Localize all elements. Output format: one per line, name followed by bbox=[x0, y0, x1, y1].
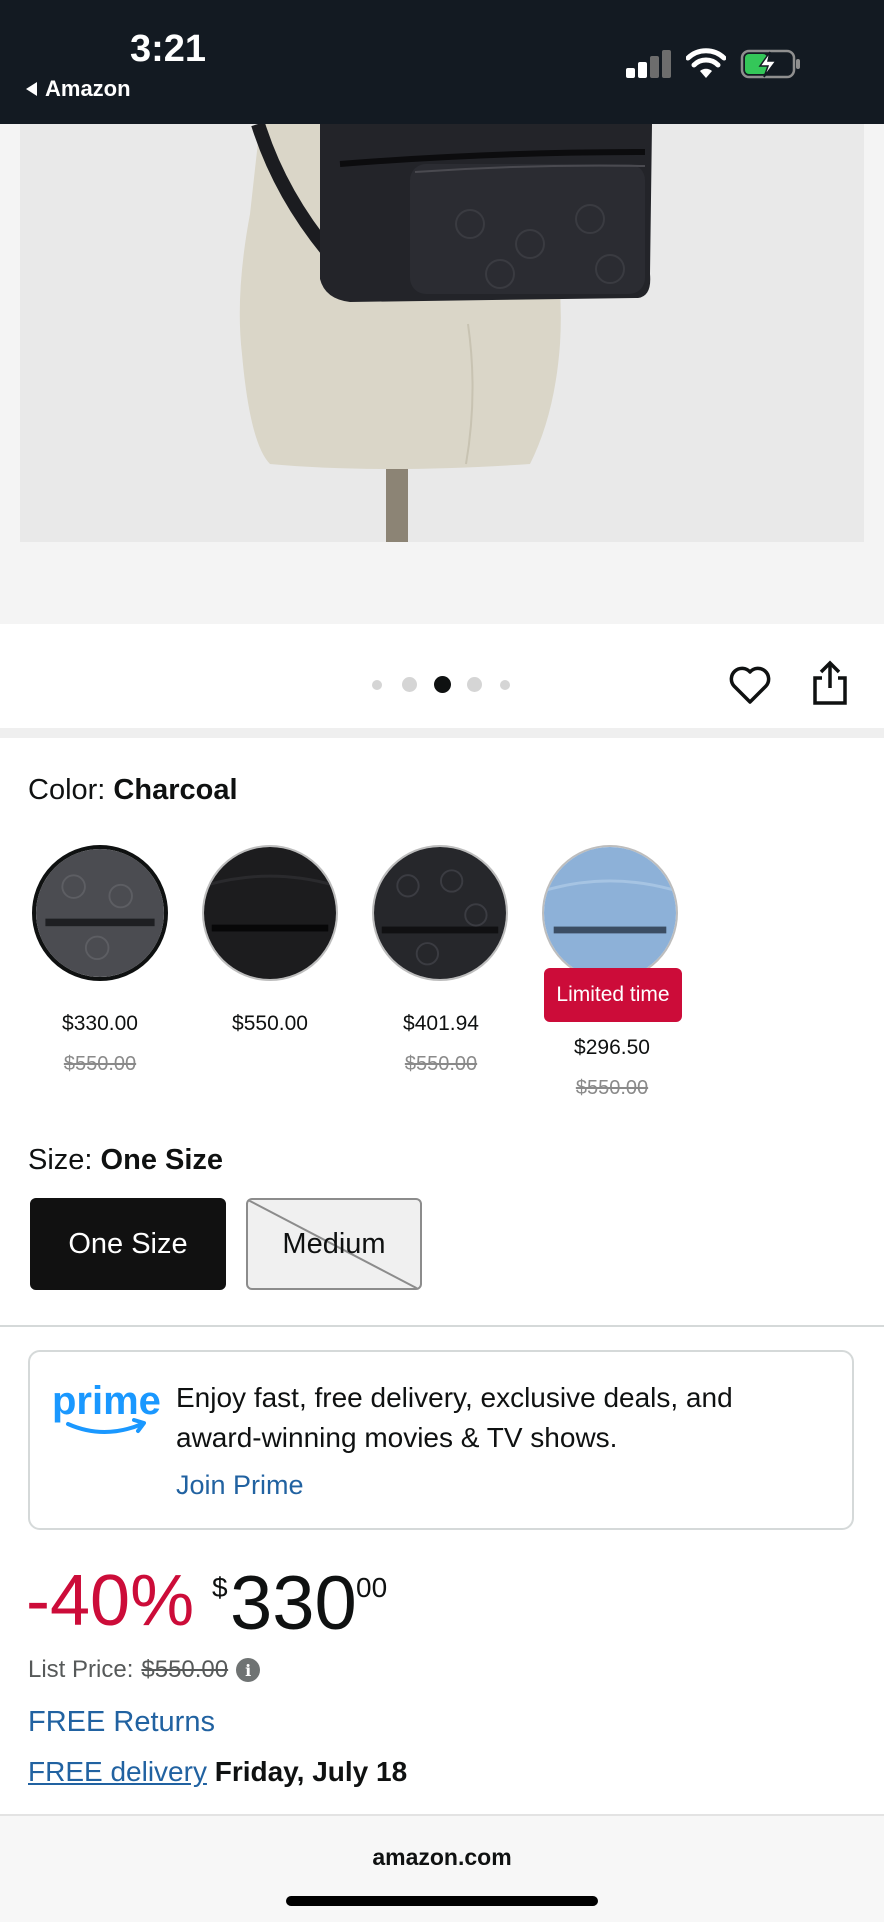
back-app-label: Amazon bbox=[45, 76, 131, 101]
prime-promo-card[interactable]: prime Enjoy fast, free delivery, exclusi… bbox=[28, 1350, 854, 1530]
delivery-date: Friday, July 18 bbox=[214, 1756, 408, 1787]
price-fraction: 00 bbox=[356, 1572, 388, 1603]
gallery-dot[interactable] bbox=[372, 680, 382, 690]
product-image-area[interactable] bbox=[0, 124, 884, 624]
section-divider bbox=[0, 728, 884, 738]
size-label: Size: One Size bbox=[28, 1144, 224, 1176]
swatch-list-price: $550.00 bbox=[575, 1077, 649, 1099]
swatch-price: $550.00 bbox=[232, 1012, 308, 1035]
swatch-list-price: $550.00 bbox=[404, 1053, 478, 1075]
back-arrow-icon bbox=[26, 82, 37, 96]
list-price-value: $550.00 bbox=[141, 1656, 229, 1683]
wifi-icon bbox=[686, 48, 726, 78]
prime-logo: prime bbox=[52, 1379, 160, 1434]
discount-percent: -40% bbox=[26, 1561, 195, 1641]
color-swatch-black[interactable] bbox=[202, 845, 338, 981]
product-image[interactable] bbox=[20, 124, 864, 542]
color-swatch-charcoal[interactable] bbox=[32, 845, 168, 981]
color-swatch-black-signature[interactable] bbox=[372, 845, 508, 981]
gallery-controls bbox=[0, 624, 884, 728]
prime-promo-text: Enjoy fast, free delivery, exclusive dea… bbox=[176, 1382, 733, 1453]
info-icon[interactable]: i bbox=[236, 1658, 261, 1682]
size-option-label: One Size bbox=[68, 1227, 188, 1260]
size-option-medium-unavailable[interactable]: Medium bbox=[246, 1198, 422, 1290]
gallery-dot-active[interactable] bbox=[434, 676, 451, 693]
swatch-price: $330.00 bbox=[62, 1012, 138, 1035]
section-divider bbox=[0, 1325, 884, 1327]
swatch-price: $296.50 bbox=[574, 1036, 650, 1059]
limited-time-badge: Limited time bbox=[544, 968, 682, 1022]
signal-icon bbox=[626, 50, 672, 78]
gallery-dot[interactable] bbox=[500, 680, 510, 690]
price-whole: 330 bbox=[230, 1561, 357, 1646]
backpack-on-mannequin-image bbox=[20, 124, 864, 542]
gallery-dot[interactable] bbox=[402, 677, 417, 692]
back-to-app-button[interactable]: Amazon bbox=[26, 76, 131, 102]
heart-icon[interactable] bbox=[728, 664, 772, 706]
selected-color-value: Charcoal bbox=[113, 774, 238, 806]
battery-charging-icon bbox=[740, 49, 800, 79]
swatch-price: $401.94 bbox=[403, 1012, 479, 1035]
list-price-row: List Price: $550.00 i bbox=[28, 1656, 261, 1684]
status-bar: 3:21 Amazon bbox=[0, 0, 884, 124]
home-indicator[interactable] bbox=[286, 1896, 598, 1906]
delivery-info: FREE delivery Friday, July 18 bbox=[28, 1756, 407, 1788]
share-icon[interactable] bbox=[812, 660, 848, 706]
url-domain[interactable]: amazon.com bbox=[0, 1844, 884, 1871]
list-price-label: List Price: bbox=[28, 1656, 134, 1683]
free-returns-link[interactable]: FREE Returns bbox=[28, 1706, 215, 1739]
size-option-one-size[interactable]: One Size bbox=[30, 1198, 226, 1290]
svg-text:prime: prime bbox=[52, 1379, 160, 1423]
status-time: 3:21 bbox=[130, 28, 207, 70]
color-label: Color: Charcoal bbox=[28, 774, 238, 806]
price-currency: $ bbox=[212, 1572, 228, 1603]
color-swatch-denim[interactable] bbox=[542, 845, 678, 981]
join-prime-link[interactable]: Join Prime bbox=[176, 1470, 304, 1501]
gallery-dot[interactable] bbox=[467, 677, 482, 692]
size-option-label: Medium bbox=[282, 1227, 386, 1260]
free-delivery-link[interactable]: FREE delivery bbox=[28, 1756, 207, 1787]
swatch-list-price: $550.00 bbox=[63, 1053, 137, 1075]
selected-size-value: One Size bbox=[100, 1144, 224, 1176]
browser-bottom-bar: amazon.com bbox=[0, 1814, 884, 1922]
